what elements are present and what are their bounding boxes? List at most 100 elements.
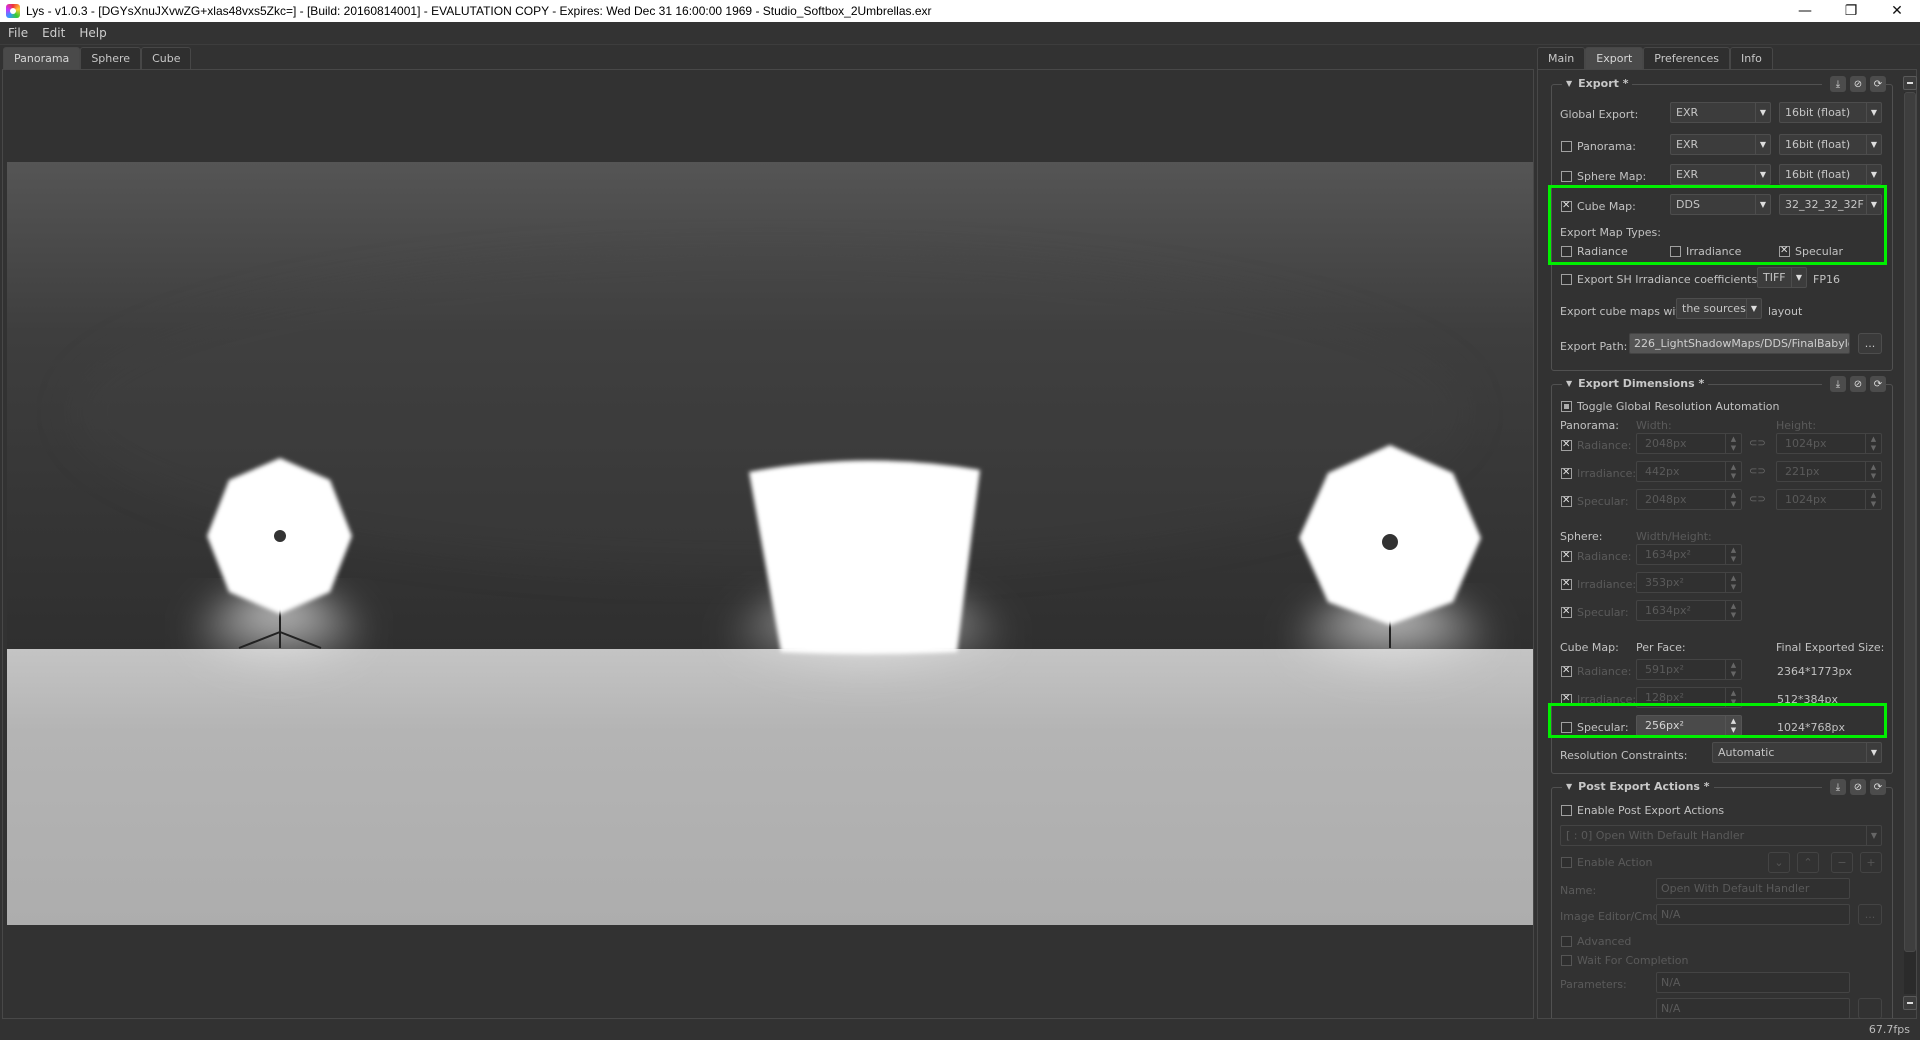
- enable-action-checkbox[interactable]: [1561, 857, 1572, 868]
- sphere-depth-select[interactable]: 16bit (float) ▼: [1779, 164, 1882, 185]
- link-icon[interactable]: ⊂⊃: [1749, 438, 1766, 449]
- cube-specular-size[interactable]: 256px² ▲ ▼: [1636, 715, 1742, 736]
- spin-arrows-icon[interactable]: ▲ ▼: [1865, 490, 1881, 509]
- tab-export[interactable]: Export: [1585, 47, 1644, 69]
- spin-arrows-icon[interactable]: ▲ ▼: [1865, 462, 1881, 481]
- tab-sphere[interactable]: Sphere: [80, 47, 142, 69]
- tab-info[interactable]: Info: [1729, 47, 1773, 69]
- spin-arrows-icon[interactable]: ▲ ▼: [1865, 434, 1881, 453]
- advanced-checkbox[interactable]: [1561, 936, 1572, 947]
- dimensions-group-header[interactable]: ▼ Export Dimensions *: [1562, 377, 1709, 390]
- cube-radiance-size[interactable]: 591px² ▲ ▼: [1636, 659, 1742, 680]
- sphere-irradiance-checkbox[interactable]: [1561, 578, 1572, 590]
- panorama-radiance-height[interactable]: 1024px ▲ ▼: [1776, 433, 1882, 454]
- sphere-specular-checkbox[interactable]: [1561, 606, 1572, 618]
- cube-irradiance-size[interactable]: 128px² ▲ ▼: [1636, 687, 1742, 708]
- spin-arrows-icon[interactable]: ▲ ▼: [1725, 660, 1741, 679]
- close-button[interactable]: ✕: [1874, 0, 1920, 22]
- browse-path-button[interactable]: ...: [1858, 333, 1882, 354]
- sphere-format-select[interactable]: EXR ▼: [1670, 164, 1771, 185]
- panorama-format-select[interactable]: EXR ▼: [1670, 134, 1771, 155]
- refresh-icon[interactable]: ⟳: [1870, 76, 1886, 92]
- browse-workdir-button[interactable]: [1858, 998, 1882, 1018]
- refresh-icon[interactable]: ⟳: [1870, 779, 1886, 795]
- add-action-button[interactable]: +: [1860, 852, 1882, 873]
- cube-specular-checkbox[interactable]: [1561, 722, 1572, 733]
- link-icon[interactable]: ⊂⊃: [1749, 466, 1766, 477]
- cube-irradiance-checkbox[interactable]: [1561, 693, 1572, 705]
- sphere-radiance-checkbox[interactable]: [1561, 550, 1572, 562]
- spin-arrows-icon[interactable]: ▲ ▼: [1725, 716, 1741, 735]
- sphere-specular-size[interactable]: 1634px² ▲ ▼: [1636, 600, 1742, 621]
- panorama-depth-select[interactable]: 16bit (float) ▼: [1779, 134, 1882, 155]
- save-preset-icon[interactable]: ⤓: [1830, 779, 1846, 795]
- reset-icon[interactable]: ⊘: [1850, 376, 1866, 392]
- post-export-group-header[interactable]: ▼ Post Export Actions *: [1562, 780, 1714, 793]
- action-select[interactable]: [ : 0] Open With Default Handler ▼: [1560, 825, 1882, 846]
- spin-arrows-icon[interactable]: ▲ ▼: [1725, 545, 1741, 564]
- radiance-checkbox[interactable]: [1561, 246, 1572, 257]
- move-down-button[interactable]: ⌄: [1768, 852, 1790, 873]
- panorama-checkbox[interactable]: [1561, 141, 1572, 152]
- enable-post-export-checkbox[interactable]: [1561, 805, 1572, 816]
- spin-arrows-icon[interactable]: ▲ ▼: [1725, 434, 1741, 453]
- cube-radiance-checkbox[interactable]: [1561, 665, 1572, 677]
- scroll-down-button[interactable]: [1903, 996, 1917, 1010]
- browse-editor-button[interactable]: ...: [1858, 904, 1882, 925]
- spin-arrows-icon[interactable]: ▲ ▼: [1725, 688, 1741, 707]
- spin-arrows-icon[interactable]: ▲ ▼: [1725, 573, 1741, 592]
- spin-arrows-icon[interactable]: ▲ ▼: [1725, 462, 1741, 481]
- sphere-irradiance-size[interactable]: 353px² ▲ ▼: [1636, 572, 1742, 593]
- tab-cube[interactable]: Cube: [141, 47, 192, 69]
- refresh-icon[interactable]: ⟳: [1870, 376, 1886, 392]
- cube-format-select[interactable]: DDS ▼: [1670, 194, 1771, 215]
- scroll-handle[interactable]: [1904, 92, 1916, 952]
- panorama-irradiance-width[interactable]: 442px ▲ ▼: [1636, 461, 1742, 482]
- sphere-map-checkbox[interactable]: [1561, 171, 1572, 182]
- panorama-specular-height[interactable]: 1024px ▲ ▼: [1776, 489, 1882, 510]
- save-preset-icon[interactable]: ⤓: [1830, 376, 1846, 392]
- resolution-constraints-select[interactable]: Automatic ▼: [1712, 742, 1882, 763]
- cube-map-checkbox[interactable]: [1561, 200, 1572, 212]
- export-group-header[interactable]: ▼ Export *: [1562, 77, 1633, 90]
- link-icon[interactable]: ⊂⊃: [1749, 494, 1766, 505]
- panorama-specular-width[interactable]: 2048px ▲ ▼: [1636, 489, 1742, 510]
- menu-file[interactable]: File: [8, 26, 28, 40]
- panorama-irradiance-height[interactable]: 221px ▲ ▼: [1776, 461, 1882, 482]
- tab-preferences[interactable]: Preferences: [1643, 47, 1730, 69]
- cube-depth-select[interactable]: 32_32_32_32F ▼: [1779, 194, 1882, 215]
- sh-format-select[interactable]: TIFF ▼: [1757, 267, 1807, 288]
- panel-scrollbar[interactable]: [1903, 76, 1917, 1012]
- remove-action-button[interactable]: −: [1831, 852, 1853, 873]
- menu-help[interactable]: Help: [79, 26, 106, 40]
- panorama-irradiance-checkbox[interactable]: [1561, 467, 1572, 479]
- parameters-input[interactable]: N/A: [1656, 972, 1850, 993]
- panorama-specular-checkbox[interactable]: [1561, 495, 1572, 507]
- save-preset-icon[interactable]: ⤓: [1830, 76, 1846, 92]
- reset-icon[interactable]: ⊘: [1850, 76, 1866, 92]
- panorama-radiance-checkbox[interactable]: [1561, 439, 1572, 451]
- maximize-button[interactable]: ❐: [1828, 0, 1874, 22]
- global-depth-select[interactable]: 16bit (float) ▼: [1779, 102, 1882, 123]
- reset-icon[interactable]: ⊘: [1850, 779, 1866, 795]
- export-path-input[interactable]: 226_LightShadowMaps/DDS/FinalBabylonDDS: [1629, 333, 1850, 354]
- cube-layout-select[interactable]: the sources ▼: [1676, 298, 1762, 319]
- menu-edit[interactable]: Edit: [42, 26, 65, 40]
- tab-panorama[interactable]: Panorama: [3, 47, 81, 69]
- specular-checkbox[interactable]: [1779, 245, 1790, 257]
- panorama-image[interactable]: [7, 162, 1533, 925]
- global-format-select[interactable]: EXR ▼: [1670, 102, 1771, 123]
- working-directory-input[interactable]: N/A: [1656, 998, 1850, 1018]
- scroll-track[interactable]: [1904, 92, 1916, 994]
- scroll-up-button[interactable]: [1903, 76, 1917, 90]
- action-name-input[interactable]: Open With Default Handler: [1656, 878, 1850, 899]
- wait-completion-checkbox[interactable]: [1561, 955, 1572, 966]
- spin-arrows-icon[interactable]: ▲ ▼: [1725, 490, 1741, 509]
- move-up-button[interactable]: ⌃: [1797, 852, 1819, 873]
- sphere-radiance-size[interactable]: 1634px² ▲ ▼: [1636, 544, 1742, 565]
- tab-main[interactable]: Main: [1537, 47, 1586, 69]
- spin-arrows-icon[interactable]: ▲ ▼: [1725, 601, 1741, 620]
- panorama-radiance-width[interactable]: 2048px ▲ ▼: [1636, 433, 1742, 454]
- minimize-button[interactable]: —: [1782, 0, 1828, 22]
- image-editor-input[interactable]: N/A: [1656, 904, 1850, 925]
